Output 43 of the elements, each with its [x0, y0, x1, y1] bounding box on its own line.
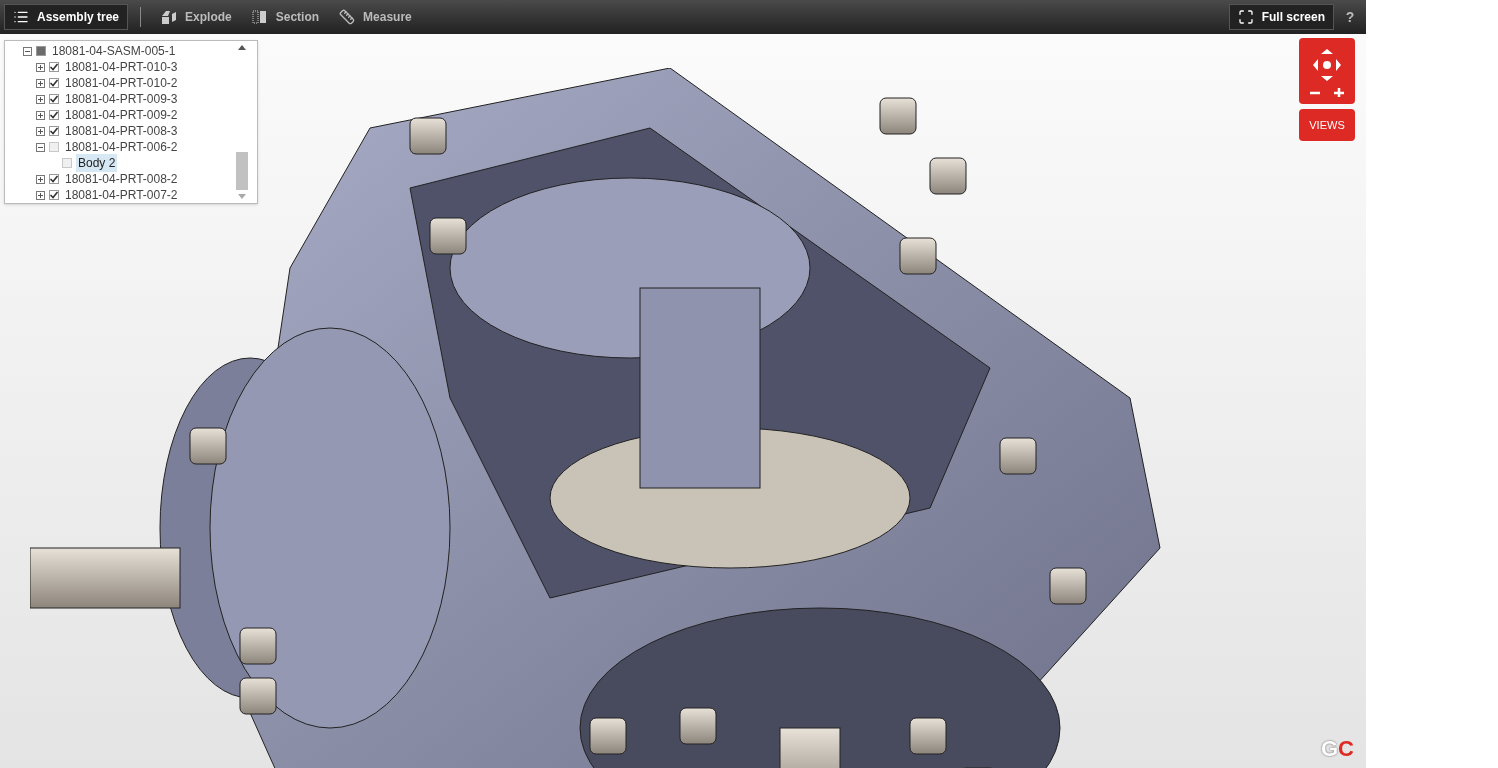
expand-toggle[interactable]	[36, 126, 45, 136]
tree-item[interactable]: 18081-04-PRT-006-2	[63, 138, 180, 156]
toolbar-button[interactable]: Section	[243, 4, 328, 30]
checkbox[interactable]	[49, 78, 59, 88]
expand-toggle[interactable]	[36, 62, 45, 72]
toolbar-button[interactable]: Measure	[331, 4, 420, 30]
expand-toggle[interactable]	[36, 190, 45, 200]
checkbox[interactable]	[49, 174, 59, 184]
tree-item[interactable]: 18081-04-PRT-009-3	[63, 90, 180, 108]
scroll-up-arrow-icon[interactable]	[238, 45, 246, 50]
expand-toggle[interactable]	[36, 78, 45, 88]
list-icon	[13, 9, 29, 25]
tree-item[interactable]: 18081-04-PRT-009-2	[63, 106, 180, 124]
section-icon	[251, 10, 268, 24]
toolbar-button[interactable]: Assembly tree	[4, 4, 129, 30]
tree-item[interactable]: 18081-04-PRT-010-3	[63, 58, 180, 76]
checkbox[interactable]	[36, 46, 46, 56]
collapse-toggle[interactable]	[23, 46, 32, 56]
checkbox[interactable]	[49, 94, 59, 104]
help-button[interactable]: ?	[1338, 6, 1362, 28]
navigation-pad[interactable]	[1299, 38, 1355, 104]
tree-item[interactable]: 18081-04-PRT-008-3	[63, 122, 180, 140]
checkbox[interactable]	[49, 190, 59, 200]
expand-toggle[interactable]	[36, 174, 45, 184]
tree-item[interactable]: 18081-04-SASM-005-1	[50, 42, 178, 60]
expand-toggle[interactable]	[36, 110, 45, 120]
tree-item[interactable]: 18081-04-PRT-010-2	[63, 74, 180, 92]
scrollbar[interactable]	[235, 45, 249, 199]
checkbox[interactable]	[49, 126, 59, 136]
tree-item[interactable]: 18081-04-PRT-008-2	[63, 170, 180, 188]
collapse-toggle[interactable]	[36, 142, 45, 152]
fullscreen-button[interactable]: Full screen	[1228, 4, 1334, 30]
toolbar-button[interactable]: Explode	[153, 4, 240, 30]
scrollbar-thumb[interactable]	[236, 152, 248, 190]
tree-item[interactable]: Body 2	[76, 154, 118, 172]
checkbox[interactable]	[49, 62, 59, 72]
tree-item[interactable]: 18081-04-PRT-007-2	[63, 186, 180, 203]
ruler-icon	[339, 9, 356, 25]
checkbox[interactable]	[49, 110, 59, 120]
split-block-icon	[161, 10, 178, 24]
expand-toggle[interactable]	[36, 94, 45, 104]
views-button[interactable]: VIEWS	[1299, 109, 1355, 141]
fullscreen-icon	[1237, 9, 1254, 25]
